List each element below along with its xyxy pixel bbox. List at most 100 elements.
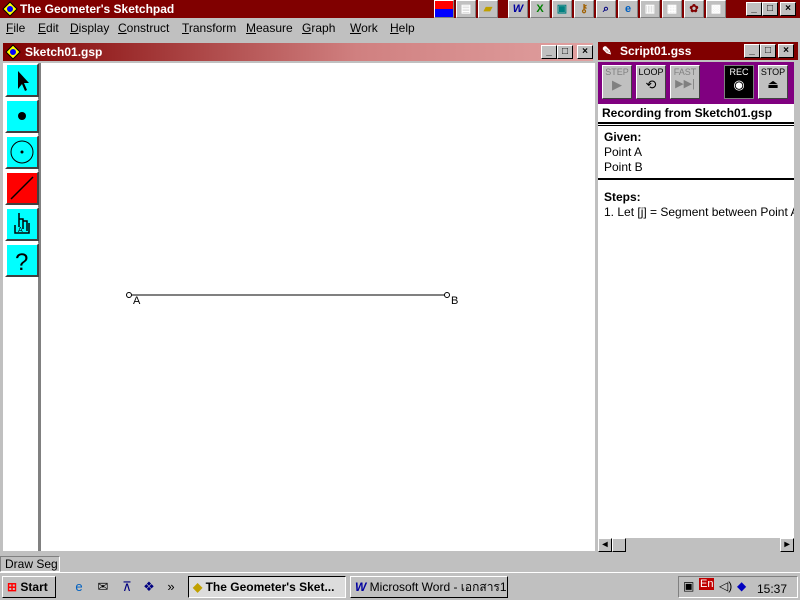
sketchpad-app-icon[interactable]	[2, 1, 18, 17]
point-a[interactable]	[126, 292, 132, 298]
powerpoint-icon[interactable]: ▣	[552, 0, 572, 18]
menu-construct[interactable]: Construct	[118, 21, 169, 35]
help-tool[interactable]: ?	[5, 243, 39, 277]
scroll-left-button[interactable]: ◂	[598, 538, 612, 552]
stop-label: STOP	[760, 67, 786, 77]
script-close-button[interactable]: ×	[778, 44, 794, 58]
arrow-icon	[18, 71, 29, 91]
point-tool[interactable]	[5, 99, 39, 133]
internet-explorer-icon[interactable]: e	[70, 578, 88, 596]
status-bar: Draw Seg	[0, 554, 800, 572]
internet-explorer-icon[interactable]: e	[618, 0, 638, 18]
steps-header: Steps:	[604, 190, 641, 204]
script-body[interactable]: Recording from Sketch01.gsp Given: Point…	[598, 104, 794, 538]
script-doc-icon[interactable]: ✎	[602, 44, 612, 58]
script-title: Script01.gss	[620, 44, 692, 58]
menu-measure[interactable]: Measure	[246, 21, 293, 35]
word-task-icon: W	[355, 580, 367, 594]
volume-icon[interactable]: ◁)	[719, 579, 732, 593]
app-minimize-button[interactable]: _	[746, 2, 762, 16]
menu-graph[interactable]: Graph	[302, 21, 335, 35]
app-maximize-button[interactable]: □	[762, 2, 778, 16]
new-document-icon[interactable]: ▤	[456, 0, 476, 18]
divider	[598, 125, 794, 126]
find-icon[interactable]: ⌕	[596, 0, 616, 18]
script-window: ✎ Script01.gss _ □ × STEP ▶ LOOP ⟲ FAST …	[596, 40, 800, 554]
excel-icon[interactable]: X	[530, 0, 550, 18]
scheduler-icon[interactable]: ◆	[737, 579, 746, 593]
rec-button[interactable]: REC ◉	[724, 65, 754, 99]
menu-work[interactable]: Work	[350, 21, 378, 35]
app-title-bar[interactable]: The Geometer's Sketchpad ▤ ▰ W X ▣ ⚷ ⌕ e…	[0, 0, 800, 18]
network-icon[interactable]: ▣	[683, 579, 694, 593]
taskbar: ⊞ Start e ✉ ⊼ ❖ » ◆ The Geometer's Sket.…	[0, 572, 800, 600]
app-title: The Geometer's Sketchpad	[20, 2, 175, 16]
sketch-maximize-button[interactable]: □	[557, 45, 573, 59]
loop-label: LOOP	[638, 67, 664, 77]
task-word[interactable]: W Microsoft Word - เอกสาร1	[350, 576, 508, 598]
sketch-title: Sketch01.gsp	[25, 45, 103, 59]
start-label: Start	[20, 580, 48, 594]
sketch-doc-icon[interactable]	[5, 44, 21, 60]
text-tool[interactable]: A	[5, 207, 39, 241]
show-desktop-icon[interactable]: ⊼	[118, 578, 136, 596]
recording-text: Recording from Sketch01.gsp	[602, 106, 773, 120]
hand-icon: A	[14, 213, 30, 234]
quick-launch-more-icon[interactable]: »	[162, 578, 180, 596]
arrow-tool[interactable]	[5, 63, 39, 97]
sketch-close-button[interactable]: ×	[577, 45, 593, 59]
play-icon: ▶	[612, 77, 622, 92]
task-label: Microsoft Word - เอกสาร1	[369, 580, 507, 594]
script-maximize-button[interactable]: □	[760, 44, 776, 58]
sketchpad-task-icon: ◆	[193, 580, 203, 594]
divider	[598, 178, 794, 180]
bookshelf-icon[interactable]: ▥	[640, 0, 660, 18]
toolbox: A ?	[3, 63, 39, 551]
svg-text:A: A	[18, 227, 23, 234]
channels-icon[interactable]: ❖	[140, 578, 158, 596]
word-icon[interactable]: W	[508, 0, 528, 18]
menu-help[interactable]: Help	[390, 21, 415, 35]
open-folder-icon[interactable]: ▰	[478, 0, 498, 18]
menu-file[interactable]: File	[6, 21, 25, 35]
language-indicator[interactable]: En	[699, 578, 715, 590]
given-header: Given:	[604, 130, 642, 144]
point-b[interactable]	[444, 292, 450, 298]
clock[interactable]: 15:37	[757, 582, 787, 596]
segment-icon	[10, 176, 34, 200]
scroll-thumb[interactable]	[612, 538, 626, 552]
divider	[598, 122, 794, 124]
loop-button[interactable]: LOOP ⟲	[636, 65, 666, 99]
fast-button[interactable]: FAST ▶▶|	[670, 65, 700, 99]
stop-button[interactable]: STOP ⏏	[758, 65, 788, 99]
menu-transform[interactable]: Transform	[182, 21, 236, 35]
access-key-icon[interactable]: ⚷	[574, 0, 594, 18]
sketch-minimize-button[interactable]: _	[541, 45, 557, 59]
sketch-title-bar[interactable]: Sketch01.gsp _ □ ×	[3, 43, 593, 61]
compass-tool[interactable]	[5, 135, 39, 169]
menu-display[interactable]: Display	[70, 21, 109, 35]
status-text: Draw Seg	[0, 556, 60, 572]
script-horizontal-scrollbar[interactable]: ◂ ▸	[598, 538, 794, 552]
office-shortcut-bar: ▤ ▰ W X ▣ ⚷ ⌕ e ▥ ▦ ✿ ▩	[434, 0, 744, 18]
start-button[interactable]: ⊞ Start	[2, 576, 56, 598]
office-bar-icon[interactable]	[434, 0, 454, 18]
script-minimize-button[interactable]: _	[744, 44, 760, 58]
outlook-icon[interactable]: ▩	[706, 0, 726, 18]
menu-edit[interactable]: Edit	[38, 21, 59, 35]
outlook-express-icon[interactable]: ✉	[94, 578, 112, 596]
point-b-label[interactable]: B	[451, 295, 458, 307]
script-title-bar[interactable]: ✎ Script01.gss _ □ ×	[598, 42, 798, 60]
step-button[interactable]: STEP ▶	[602, 65, 632, 99]
sketch-canvas[interactable]: A B	[39, 63, 595, 551]
publisher-icon[interactable]: ✿	[684, 0, 704, 18]
straightedge-tool[interactable]	[5, 171, 39, 205]
binder-icon[interactable]: ▦	[662, 0, 682, 18]
task-sketchpad[interactable]: ◆ The Geometer's Sket...	[188, 576, 346, 598]
point-a-label[interactable]: A	[133, 295, 140, 307]
circle-icon	[10, 140, 34, 164]
app-close-button[interactable]: ×	[780, 2, 796, 16]
fast-label: FAST	[673, 67, 697, 77]
scroll-right-button[interactable]: ▸	[780, 538, 794, 552]
sketch-window: Sketch01.gsp _ □ × A ? A B	[0, 40, 596, 552]
